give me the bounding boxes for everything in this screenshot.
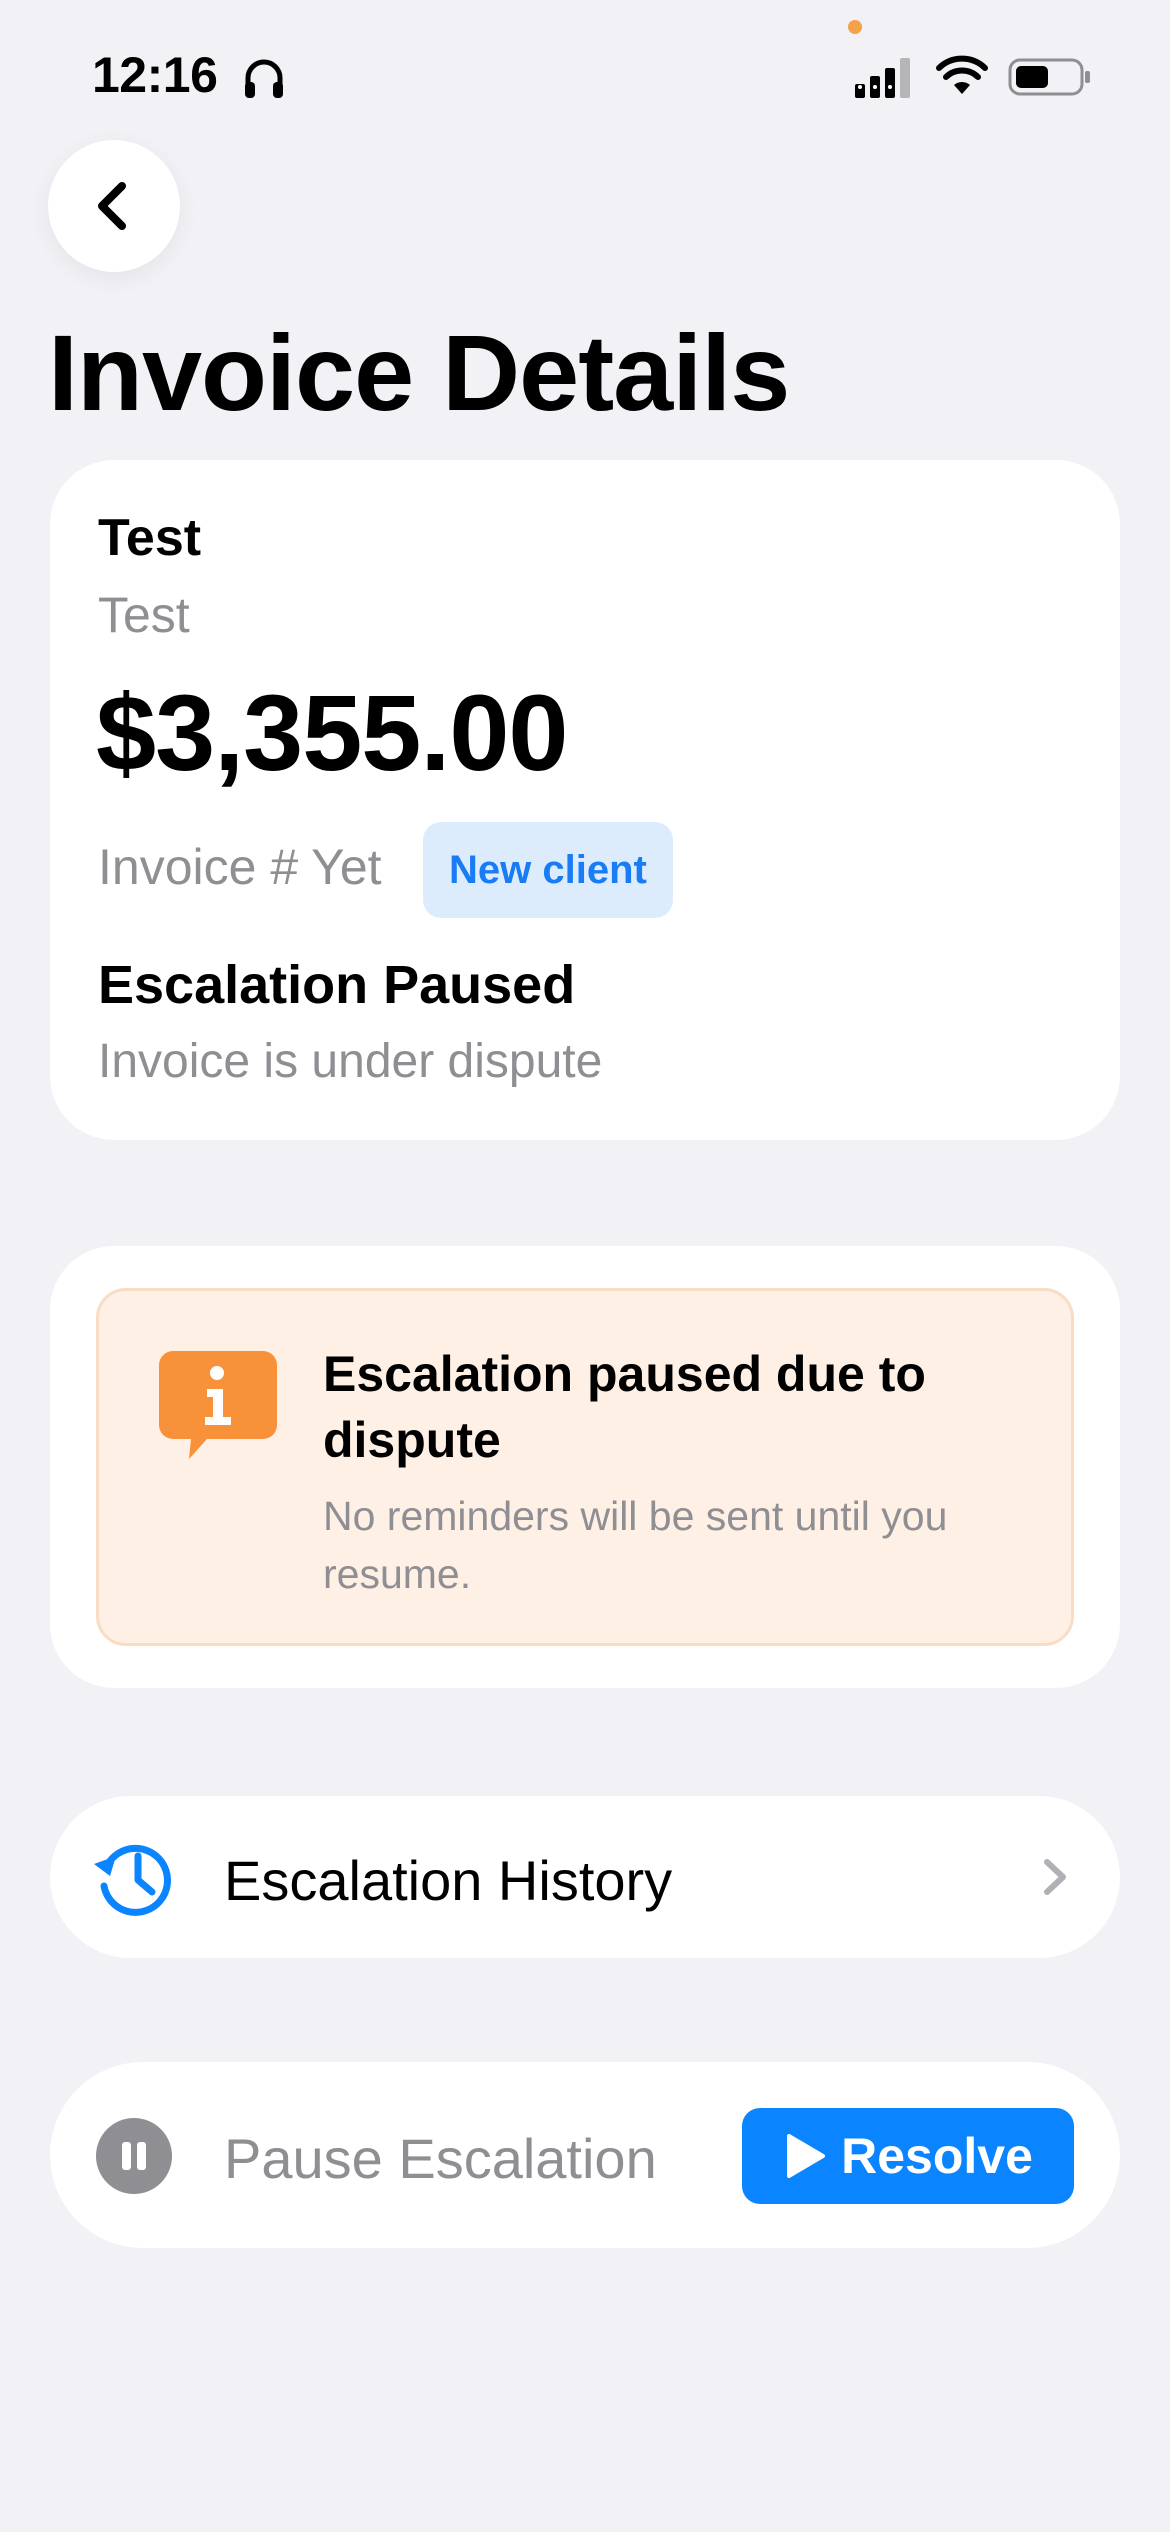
alert-body: No reminders will be sent until you resu… [323, 1493, 948, 1597]
back-button[interactable] [48, 140, 180, 272]
invoice-number: Invoice # Yet [98, 839, 382, 895]
client-name: Test [98, 509, 202, 567]
wifi-icon [936, 55, 988, 94]
battery-icon [1008, 58, 1090, 96]
chevron-left-icon [98, 182, 126, 230]
escalation-status-title: Escalation Paused [98, 955, 576, 1015]
dispute-alert-box: Escalation paused due to dispute No remi… [96, 1288, 1074, 1646]
resolve-button[interactable]: Resolve [742, 2108, 1074, 2204]
chevron-right-icon [1044, 1859, 1066, 1895]
invoice-amount: $3,355.00 [96, 672, 568, 793]
client-subtitle: Test [98, 587, 190, 643]
escalation-status-subtitle: Invoice is under dispute [98, 1035, 603, 1088]
dispute-alert-card: Escalation paused due to dispute No remi… [50, 1246, 1120, 1688]
history-clock-icon [94, 1844, 171, 1916]
escalation-history-label: Escalation History [224, 1849, 673, 1912]
escalation-actions-row: Pause Escalation Resolve [50, 2062, 1120, 2248]
invoice-summary-card: Test Test $3,355.00 Invoice # Yet New cl… [50, 460, 1120, 1140]
play-icon [787, 2134, 826, 2178]
escalation-history-row[interactable]: Escalation History [50, 1796, 1120, 1958]
info-bubble-icon [159, 1351, 277, 1459]
cellular-signal-icon [855, 58, 910, 98]
resolve-button-label: Resolve [841, 2128, 1033, 2184]
page-title: Invoice Details [48, 312, 790, 433]
pause-escalation-button[interactable]: Pause Escalation [224, 2126, 657, 2191]
headphones-icon [245, 59, 283, 98]
status-bar: 12:16 [0, 0, 1170, 150]
privacy-indicator-dot [848, 20, 862, 34]
invoice-details-screen: 12:16 Invoice Details Test Test $3,355.0… [0, 0, 1170, 2532]
pause-circle-icon[interactable] [96, 2118, 172, 2194]
alert-title: Escalation paused due to dispute [323, 1346, 926, 1468]
status-time: 12:16 [92, 47, 218, 103]
new-client-badge: New client [423, 822, 673, 918]
